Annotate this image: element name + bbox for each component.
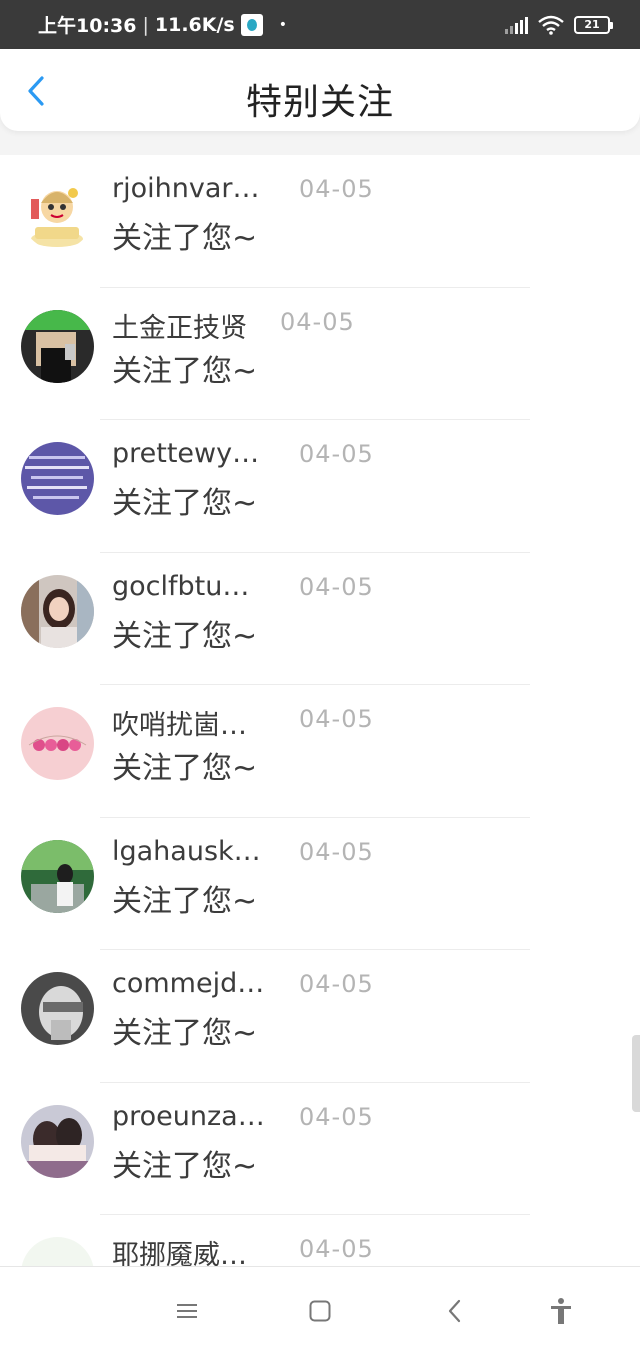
follow-date: 04-05 [299,705,374,733]
follow-date: 04-05 [299,572,374,601]
scrollbar-thumb[interactable] [632,1035,640,1112]
user-name: lgahausk… [112,835,261,867]
nav-back-button[interactable] [439,1295,471,1327]
follow-message: 关注了您~ [112,883,258,919]
avatar[interactable] [21,707,94,780]
user-name: 土金正技贤 [112,312,247,344]
avatar[interactable] [21,839,94,913]
wifi-icon [538,15,564,35]
avatar[interactable] [21,309,94,383]
list-item[interactable]: prettewy… 04-05 关注了您~ [0,420,640,553]
list-item[interactable]: lgahausk… 04-05 关注了您~ [0,818,640,950]
list-item[interactable]: rjoihnvar… 04-05 关注了您~ [0,155,640,288]
follow-message: 关注了您~ [112,618,258,654]
outdoor-photo-icon [21,839,94,913]
user-name: rjoihnvar… [112,173,260,204]
home-button[interactable] [304,1295,336,1327]
girl-photo-icon [21,574,94,648]
follow-list: rjoihnvar… 04-05 关注了您~ 土金正技贤 04-05 关注了您~ [0,155,640,1348]
app-notification-icon [240,13,263,36]
menu-button[interactable] [171,1295,203,1327]
follow-message: 关注了您~ [112,353,258,389]
follow-message: 关注了您~ [112,751,258,786]
follow-date: 04-05 [299,1102,374,1131]
follow-date: 04-05 [299,837,374,866]
battery-level: 21 [584,18,600,31]
follow-date: 04-05 [299,970,374,998]
avatar[interactable] [21,442,94,515]
follow-message: 关注了您~ [112,1016,258,1051]
cartoon-monkey-icon [21,177,94,250]
couple-photo-icon [21,1104,94,1178]
chevron-left-icon [448,1299,461,1323]
follow-message: 关注了您~ [112,221,258,256]
follow-message: 关注了您~ [112,1148,258,1184]
photo-avatar-icon [21,309,94,383]
follow-message: 关注了您~ [112,486,258,521]
list-item[interactable]: 土金正技贤 04-05 关注了您~ [0,288,640,420]
user-name: 吹哨扰崮… [112,710,247,741]
user-name: prettewy… [112,438,260,469]
menu-icon [177,1304,197,1318]
text-collage-icon [21,442,94,515]
status-bar: 上午10:36 | 11.6K/s • 21 [0,0,640,49]
accessibility-button[interactable] [545,1295,577,1327]
list-item[interactable]: goclfbtu… 04-05 关注了您~ [0,553,640,685]
signal-icon [505,16,528,34]
app-header: 特别关注 [0,49,640,131]
follow-date: 04-05 [299,1235,374,1263]
avatar[interactable] [21,972,94,1045]
pink-flowers-icon [21,707,94,780]
avatar[interactable] [21,1104,94,1178]
follow-date: 04-05 [280,307,355,336]
list-item[interactable]: 吹哨扰崮… 04-05 关注了您~ [0,685,640,818]
status-separator: | [142,13,149,36]
user-name: commejd… [112,968,265,999]
user-name: proeunza… [112,1100,265,1132]
avatar[interactable] [21,574,94,648]
follow-date: 04-05 [299,175,374,203]
status-dot: • [278,16,288,33]
battery-icon: 21 [574,15,613,34]
status-time: 上午10:36 [38,15,137,37]
list-item[interactable]: commejd… 04-05 关注了您~ [0,950,640,1083]
bw-face-icon [21,972,94,1045]
user-name: goclfbtu… [112,570,250,602]
accessibility-icon [551,1298,571,1324]
square-home-icon [309,1300,331,1322]
follow-date: 04-05 [299,440,374,468]
avatar[interactable] [21,177,94,250]
page-title: 特别关注 [245,82,394,123]
status-network-speed: 11.6K/s [154,13,235,36]
system-nav-bar [0,1266,640,1352]
list-item[interactable]: proeunza… 04-05 关注了您~ [0,1083,640,1215]
